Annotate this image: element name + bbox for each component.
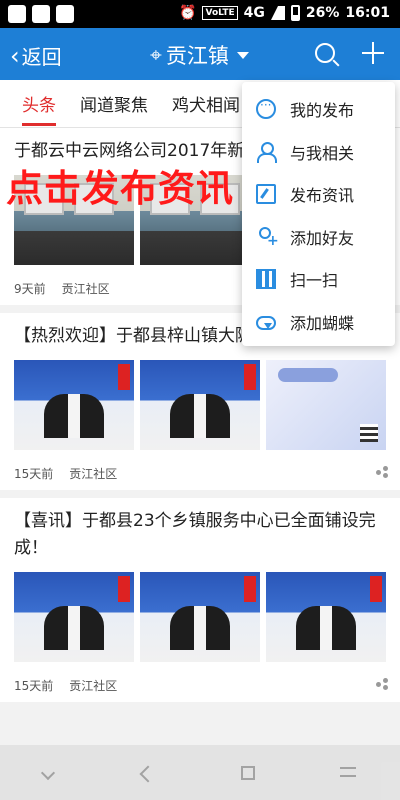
system-nav-bar	[0, 745, 400, 800]
home-nav-icon[interactable]	[240, 765, 255, 780]
tab-headlines[interactable]: 头条	[22, 79, 56, 128]
add-friend-icon	[256, 226, 279, 249]
back-button[interactable]: ‹ 返回	[10, 41, 62, 70]
recent-apps-icon[interactable]	[339, 764, 358, 782]
thumbnail-image[interactable]	[14, 572, 134, 662]
item-age: 9天前	[14, 281, 46, 296]
menu-item-label: 我的发布	[290, 101, 355, 121]
location-name: 贡江镇	[165, 44, 229, 68]
tab-neighborhood[interactable]: 鸡犬相闻	[172, 79, 240, 128]
menu-item-add-butterfly[interactable]: 添加蝴蝶	[242, 301, 395, 344]
item-source: 贡江社区	[61, 281, 110, 296]
item-thumbnails	[14, 360, 388, 450]
thumbnail-image[interactable]	[14, 360, 134, 450]
app-notification-icon	[56, 5, 74, 23]
overlay-caption: 点击发布资讯	[6, 167, 234, 210]
item-age: 15天前	[14, 466, 54, 481]
item-meta: 15天前 贡江社区	[14, 676, 388, 694]
menu-item-related-to-me[interactable]: 与我相关	[242, 131, 395, 174]
item-source: 贡江社区	[69, 466, 118, 481]
location-selector[interactable]: ⌖ 贡江镇	[150, 40, 249, 70]
notification-icons	[8, 5, 74, 23]
menu-item-label: 发布资讯	[290, 186, 355, 206]
app-bar: ‹ 返回 ⌖ 贡江镇	[0, 28, 400, 80]
thumbnail-image[interactable]	[266, 572, 386, 662]
status-bar: ⏰ VoLTE 4G 26% 16:01	[0, 0, 400, 28]
network-label: 4G	[243, 5, 265, 21]
search-icon[interactable]	[315, 43, 335, 63]
chevron-left-icon: ‹	[10, 41, 20, 70]
hide-nav-icon[interactable]	[40, 765, 55, 780]
menu-item-publish-news[interactable]: 发布资讯	[242, 173, 395, 216]
chat-icon	[256, 98, 276, 120]
edit-icon	[256, 184, 276, 205]
item-age: 15天前	[14, 678, 54, 693]
back-label: 返回	[21, 45, 62, 69]
qr-scan-icon	[256, 269, 276, 290]
cloud-upload-icon	[256, 315, 276, 330]
volte-label: VoLTE	[202, 6, 238, 20]
menu-item-scan[interactable]: 扫一扫	[242, 258, 395, 301]
add-dropdown-menu: 我的发布 与我相关 发布资讯 添加好友 扫一扫 添加蝴蝶	[242, 82, 395, 346]
tab-news-focus[interactable]: 闻道聚焦	[80, 79, 148, 128]
location-pin-icon: ⌖	[150, 42, 162, 67]
person-icon	[256, 141, 277, 163]
notification-icon	[8, 5, 26, 23]
system-indicators: ⏰ VoLTE 4G 26% 16:01	[179, 5, 390, 21]
signal-icon	[270, 6, 285, 20]
item-source: 贡江社区	[69, 678, 118, 693]
battery-level: 26%	[305, 5, 340, 21]
thumbnail-image[interactable]	[140, 360, 260, 450]
back-nav-icon[interactable]	[138, 764, 156, 782]
thumbnail-image[interactable]	[266, 360, 386, 450]
share-icon[interactable]	[376, 678, 388, 690]
item-title: 【喜讯】于都县23个乡镇服务中心已全面铺设完成！	[14, 511, 376, 558]
menu-item-label: 扫一扫	[290, 271, 339, 291]
share-icon[interactable]	[376, 466, 388, 478]
item-thumbnails	[14, 572, 388, 662]
add-menu-icon[interactable]	[362, 42, 384, 64]
list-item[interactable]: 【喜讯】于都县23个乡镇服务中心已全面铺设完成！ 15天前 贡江社区	[0, 498, 400, 702]
item-meta: 15天前 贡江社区	[14, 464, 388, 482]
menu-item-label: 添加好友	[290, 228, 355, 248]
clock: 16:01	[345, 5, 390, 21]
image-notification-icon	[32, 5, 50, 23]
menu-item-add-friend[interactable]: 添加好友	[242, 216, 395, 259]
alarm-icon: ⏰	[179, 5, 197, 21]
thumbnail-image[interactable]	[140, 572, 260, 662]
chevron-down-icon	[236, 51, 249, 59]
battery-icon	[290, 5, 300, 21]
menu-item-my-posts[interactable]: 我的发布	[242, 88, 395, 131]
menu-item-label: 添加蝴蝶	[290, 313, 355, 333]
menu-item-label: 与我相关	[290, 143, 355, 163]
